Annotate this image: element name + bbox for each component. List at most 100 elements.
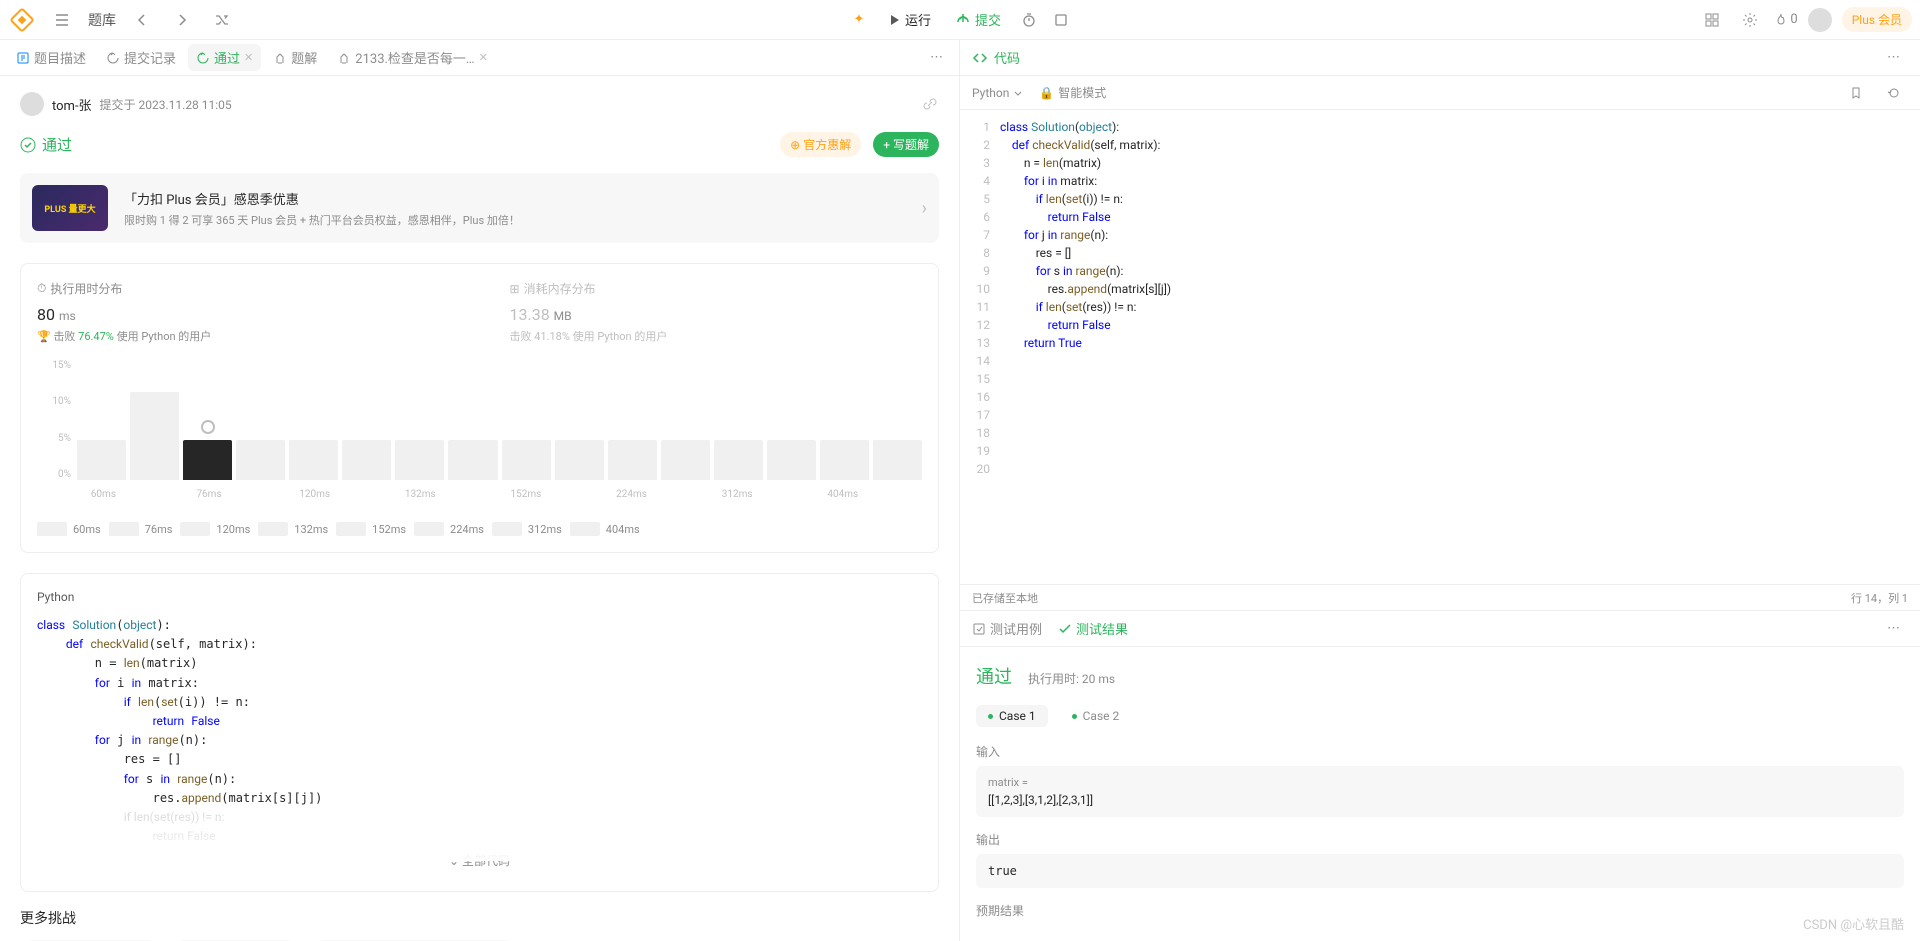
expected-label: 预期结果 xyxy=(976,902,1904,919)
bookmark-icon[interactable] xyxy=(1842,79,1870,107)
fire-count[interactable]: 0 xyxy=(1774,12,1797,27)
memory-value: 13.38 MB xyxy=(510,305,923,324)
legend-chip[interactable]: 312ms xyxy=(492,522,562,536)
avatar[interactable] xyxy=(1808,8,1832,32)
promo-sub: 限时购 1 得 2 可享 365 天 Plus 会员 + 热门平台会员权益，感恩… xyxy=(124,212,906,228)
left-tab-bar: 题目描述 提交记录 通过✕ 题解 2133.检查是否每一…✕ ⋯ xyxy=(0,40,959,76)
list-icon[interactable] xyxy=(48,6,76,34)
run-button[interactable]: 运行 xyxy=(877,6,941,33)
next-icon[interactable] xyxy=(168,6,196,34)
test-pass: 通过 xyxy=(976,663,1012,689)
close-icon[interactable]: ✕ xyxy=(479,51,488,64)
input-box: matrix = [[1,2,3],[3,1,2],[2,3,1]] xyxy=(976,766,1904,817)
more-icon[interactable]: ⋯ xyxy=(1879,617,1908,640)
chart-bar[interactable] xyxy=(661,440,710,480)
promo-title: 「力扣 Plus 会员」感恩季优惠 xyxy=(124,189,906,208)
run-label: 运行 xyxy=(905,10,931,29)
more-challenges-title: 更多挑战 xyxy=(20,908,939,928)
gear-icon[interactable] xyxy=(1736,6,1764,34)
runtime-value: 80 ms xyxy=(37,305,450,324)
chart-bar[interactable] xyxy=(236,440,285,480)
chart-bar[interactable] xyxy=(608,440,657,480)
legend-chip[interactable]: 224ms xyxy=(414,522,484,536)
legend-chip[interactable]: 60ms xyxy=(37,522,101,536)
chart-bar[interactable] xyxy=(448,440,497,480)
promo-image: PLUS 量更大 xyxy=(32,185,108,231)
top-bar: 题库 ✦ 运行 提交 0 Plus 会员 xyxy=(0,0,1920,40)
link-icon[interactable] xyxy=(921,95,939,113)
accepted-badge: 通过 xyxy=(20,134,72,155)
test-time: 执行用时: 20 ms xyxy=(1028,670,1115,687)
output-box: true xyxy=(976,854,1904,888)
legend-chip[interactable]: 152ms xyxy=(336,522,406,536)
submit-button[interactable]: 提交 xyxy=(945,6,1011,33)
chart-bar[interactable] xyxy=(395,440,444,480)
chart-bar[interactable] xyxy=(714,440,763,480)
chart-bar[interactable] xyxy=(77,440,126,480)
left-content: tom-张 提交于 2023.11.28 11:05 通过 ⊕官方惠解 + 写题… xyxy=(0,76,959,941)
title: 题库 xyxy=(88,10,116,30)
submit-label: 提交 xyxy=(975,10,1001,29)
input-label: 输入 xyxy=(976,743,1904,760)
code-title: 代码 xyxy=(972,48,1020,67)
memory-label: ⊞ 消耗内存分布 xyxy=(510,280,923,297)
chart-bar[interactable] xyxy=(130,392,179,480)
promo-banner[interactable]: PLUS 量更大 「力扣 Plus 会员」感恩季优惠 限时购 1 得 2 可享 … xyxy=(20,173,939,243)
right-panel: 代码 ⋯ Python 🔒 智能模式 123456789101112131415… xyxy=(960,40,1920,941)
runtime-label: ⏱ 执行用时分布 xyxy=(37,280,450,297)
sparkle-icon[interactable]: ✦ xyxy=(845,6,873,34)
author-name: tom-张 xyxy=(52,95,92,114)
plus-badge[interactable]: Plus 会员 xyxy=(1842,7,1912,32)
code-block: class Solution(object): def checkValid(s… xyxy=(37,616,922,846)
official-solution-button[interactable]: ⊕官方惠解 xyxy=(780,132,861,157)
editor-status: 已存储至本地 行 14，列 1 xyxy=(960,584,1920,610)
timer-icon[interactable] xyxy=(1015,6,1043,34)
chart-bar[interactable] xyxy=(183,440,232,480)
chart-bar[interactable] xyxy=(289,440,338,480)
tab-submissions[interactable]: 提交记录 xyxy=(98,44,184,71)
legend-chip[interactable]: 404ms xyxy=(570,522,640,536)
code-editor[interactable]: 1234567891011121314151617181920 class So… xyxy=(960,110,1920,584)
legend-chip[interactable]: 76ms xyxy=(109,522,173,536)
logo-icon[interactable] xyxy=(8,6,36,34)
more-icon[interactable]: ⋯ xyxy=(1879,46,1908,69)
runtime-chart: 15%10%5%0% 60ms76ms120ms132ms152ms224ms3… xyxy=(37,360,922,510)
test-panel: 测试用例 测试结果 ⋯ 通过 执行用时: 20 ms Case 1 Case 2… xyxy=(960,610,1920,941)
case-1-tab[interactable]: Case 1 xyxy=(976,705,1048,727)
close-icon[interactable]: ✕ xyxy=(244,51,253,64)
chart-bar[interactable] xyxy=(767,440,816,480)
author-avatar[interactable] xyxy=(20,92,44,116)
author-meta: 提交于 2023.11.28 11:05 xyxy=(100,96,232,113)
mode-indicator[interactable]: 🔒 智能模式 xyxy=(1039,84,1106,101)
reset-icon[interactable] xyxy=(1880,79,1908,107)
chart-bar[interactable] xyxy=(502,440,551,480)
output-label: 输出 xyxy=(976,831,1904,848)
test-result-tab[interactable]: 测试结果 xyxy=(1058,619,1128,638)
test-cases-tab[interactable]: 测试用例 xyxy=(972,619,1042,638)
prev-icon[interactable] xyxy=(128,6,156,34)
note-icon[interactable] xyxy=(1047,6,1075,34)
case-2-tab[interactable]: Case 2 xyxy=(1060,705,1132,727)
layout-icon[interactable] xyxy=(1698,6,1726,34)
more-icon[interactable]: ⋯ xyxy=(922,46,951,69)
shuffle-icon[interactable] xyxy=(208,6,236,34)
language-select[interactable]: Python xyxy=(972,86,1023,100)
code-header: 代码 ⋯ xyxy=(960,40,1920,76)
chart-bar[interactable] xyxy=(820,440,869,480)
runtime-sub: 🏆 击败 76.47% 使用 Python 的用户 xyxy=(37,328,450,344)
memory-sub: 击败 41.18% 使用 Python 的用户 xyxy=(510,328,923,344)
legend-chip[interactable]: 120ms xyxy=(180,522,250,536)
tab-description[interactable]: 题目描述 xyxy=(8,44,94,71)
chart-bar[interactable] xyxy=(873,440,922,480)
chart-bar[interactable] xyxy=(555,440,604,480)
save-status: 已存储至本地 xyxy=(972,590,1038,606)
write-solution-button[interactable]: + 写题解 xyxy=(873,132,939,157)
legend-chip[interactable]: 132ms xyxy=(258,522,328,536)
tab-accepted[interactable]: 通过✕ xyxy=(188,44,261,71)
code-toolbar: Python 🔒 智能模式 xyxy=(960,76,1920,110)
submitted-code-card: Python class Solution(object): def check… xyxy=(20,573,939,892)
tab-problem[interactable]: 2133.检查是否每一…✕ xyxy=(329,44,496,71)
chart-bar[interactable] xyxy=(342,440,391,480)
tab-solutions[interactable]: 题解 xyxy=(265,44,325,71)
code-lang: Python xyxy=(37,590,922,604)
